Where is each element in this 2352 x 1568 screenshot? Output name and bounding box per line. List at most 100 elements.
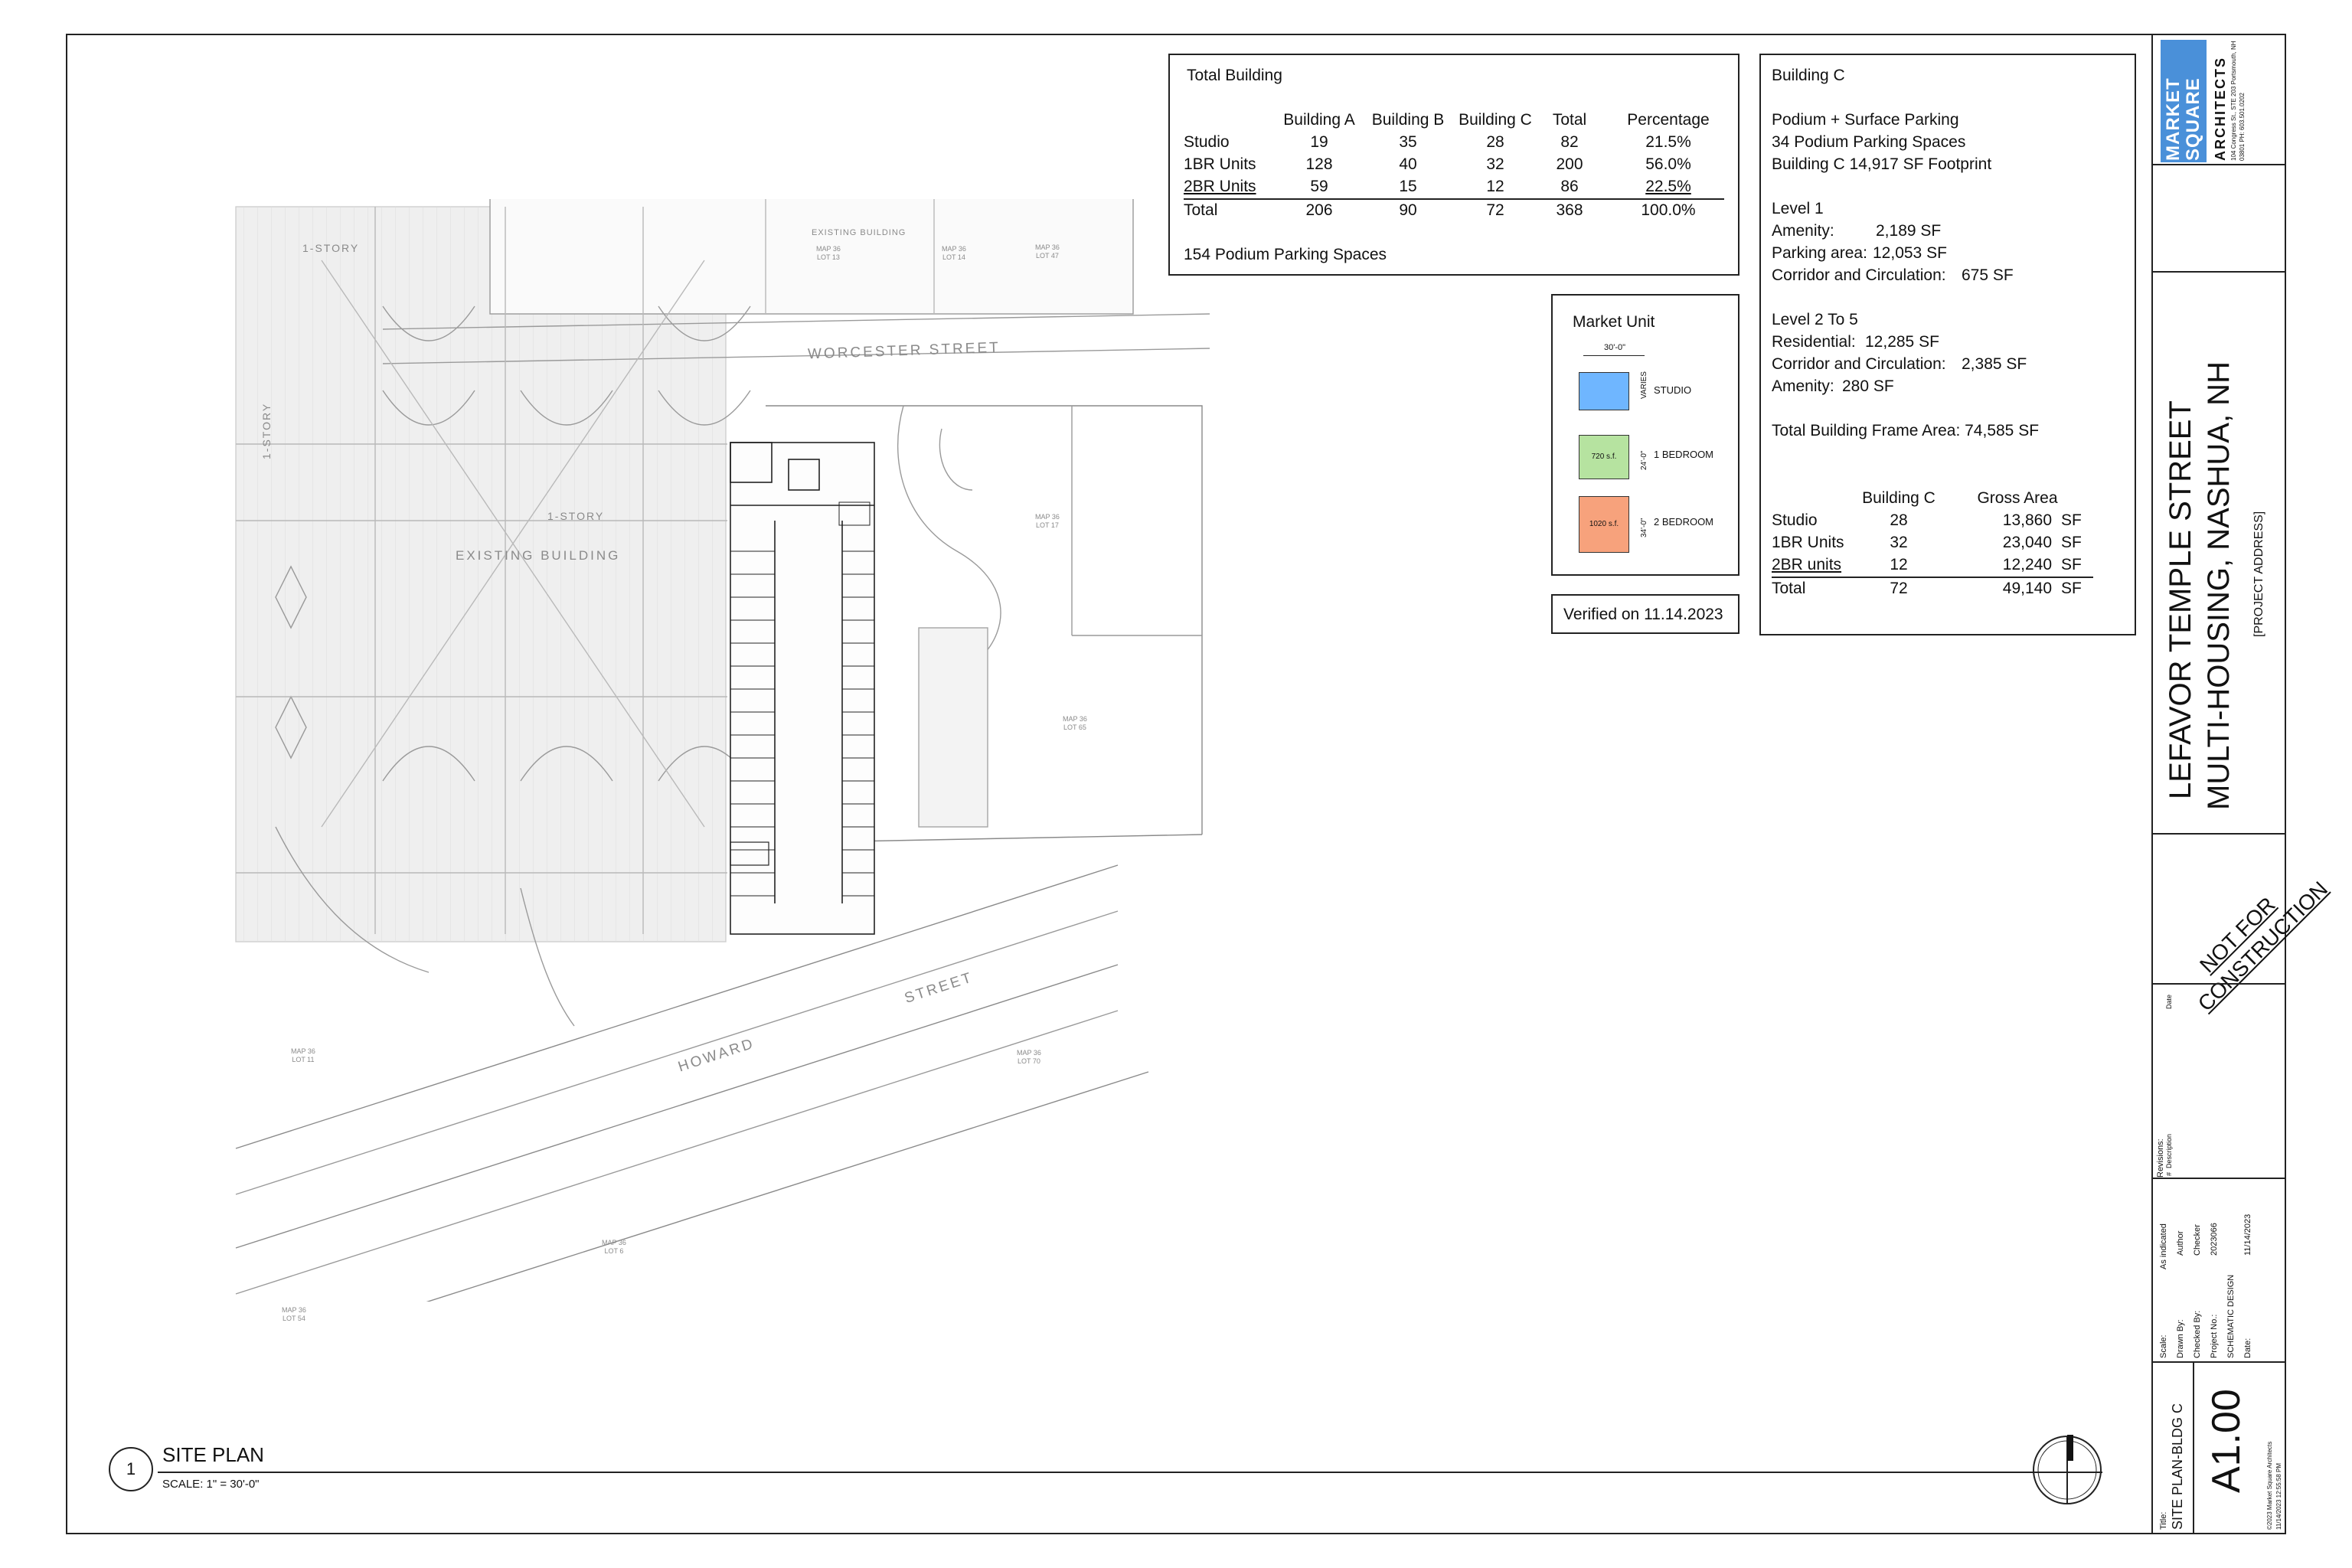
project-title-line-2: MULTI-HOUSING, NASHUA, NH [2202,361,2236,810]
field-project-no-label: Project No.: [2210,1314,2219,1358]
level-2-title: Level 2 To 5 [1772,311,1858,328]
col-header-gross-area: Gross Area [1977,489,2058,507]
two-bedroom-label: 2 BEDROOM [1654,516,1714,528]
sheet-title-label: Title: [2159,1511,2168,1530]
map-label: MAP 36 LOT 6 [602,1239,626,1255]
cell: 100.0% [1641,201,1696,219]
title-block-divider [2153,271,2286,273]
cell: 200 [1556,155,1583,173]
not-for-construction-stamp: NOT FOR CONSTRUCTION [2193,877,2333,1016]
level-2-value: 280 SF [1842,377,1894,395]
field-drawn-by-value: Author [2176,1230,2185,1256]
one-bedroom-dim: 24'-0" [1640,450,1648,470]
col-header-percentage: Percentage [1627,111,1710,129]
one-story-label: 1-STORY [302,242,360,254]
cell: 82 [1560,133,1579,151]
verified-text: Verified on 11.14.2023 [1563,606,1723,623]
cell: 86 [1560,178,1579,195]
level-2-value: 2,385 SF [1962,355,2027,373]
revisions-description: Description [2165,1133,2173,1168]
cell: 72 [1890,580,1908,597]
title-block-divider [2153,1178,2286,1179]
studio-swatch [1579,372,1629,410]
col-header-building-c: Building C [1862,489,1936,507]
map-label: MAP 36 LOT 17 [1035,513,1060,529]
revisions-label: Revisions: [2156,1138,2165,1178]
market-unit-title: Market Unit [1573,313,1655,331]
row-label: Studio [1184,133,1230,151]
level-2-label: Corridor and Circulation: [1772,355,1946,373]
revisions-date: Date [2165,994,2173,1009]
north-arrow-icon [2033,1435,2102,1504]
studio-dim: VARIES [1640,371,1648,399]
sheet-number: A1.00 [2204,1389,2249,1493]
copyright: ©2023 Market Square Architects [2266,1441,2273,1530]
map-label: MAP 36 LOT 70 [1017,1049,1041,1065]
map-label: MAP 36 LOT 11 [291,1047,315,1063]
total-divider [1772,577,2093,578]
map-label: MAP 36 LOT 14 [942,245,966,261]
parking-note: 154 Podium Parking Spaces [1184,246,1387,263]
unit-width-line [1583,355,1645,356]
verified-box: Verified on 11.14.2023 [1551,594,1740,634]
drawing-scale: SCALE: 1" = 30'-0" [162,1478,260,1491]
cell: 56.0% [1645,155,1691,173]
title-block-divider [2153,164,2286,165]
field-drawn-by-label: Drawn By: [2176,1319,2185,1358]
level-2-label: Amenity: [1772,377,1834,395]
total-divider [1184,198,1724,200]
market-unit-legend: Market Unit 30'-0" VARIES STUDIO 720 s.f… [1551,294,1740,576]
logo-line: SQUA [2183,104,2203,161]
unit-width-dim: 30'-0" [1603,343,1626,352]
two-bedroom-size: 1020 s.f. [1589,520,1619,528]
existing-building-label: EXISTING BUILDING [456,548,621,563]
map-label: MAP 36 LOT 54 [282,1306,306,1322]
level-1-value: 12,053 SF [1873,244,1947,262]
logo-line: KET [2163,77,2184,117]
field-date-value: 11/14/2023 [2243,1214,2252,1256]
drawing-title: SITE PLAN [162,1443,264,1466]
title-block-divider [2153,1361,2286,1363]
title-block: MARKET SQUARE ARCHITECTS 104 Congress St… [2151,34,2332,1534]
total-building-table: Total Building Building A Building B Bui… [1168,54,1740,276]
field-checked-by-label: Checked By: [2193,1310,2202,1358]
print-stamp: 11/14/2023 12:55:58 PM [2275,1462,2282,1530]
level-1-label: Amenity: [1772,222,1834,240]
cell: 28 [1890,511,1908,529]
row-label: 1BR Units [1184,155,1256,173]
drawing-title-line [158,1472,2102,1473]
col-header-total: Total [1552,111,1587,129]
field-scale-label: Scale: [2159,1334,2168,1358]
two-bedroom-dim: 34'-0" [1640,518,1648,537]
one-bedroom-size: 720 s.f. [1591,452,1617,461]
building-c-title: Building C [1772,67,1845,84]
logo-line: RE [2183,77,2203,105]
logo-line: MAR [2163,116,2184,161]
cell: 12,240 [2002,556,2052,573]
sheet-title: SITE PLAN-BLDG C [2170,1403,2185,1530]
level-2-value: 12,285 SF [1865,333,1939,351]
level-1-value: 675 SF [1962,266,2014,284]
firm-address: 104 Congress St., STE 203 Portsmouth, NH… [2230,41,2246,161]
frame-area: Total Building Frame Area: 74,585 SF [1772,422,2040,439]
cell: 49,140 [2002,580,2052,597]
cell: 368 [1556,201,1583,219]
building-c-panel: Building C Podium + Surface Parking 34 P… [1759,54,2136,635]
row-label: Total [1772,580,1806,597]
cell: 12 [1890,556,1908,573]
row-label: 1BR Units [1772,534,1844,551]
firm-name: ARCHITECTS [2213,57,2228,161]
field-scale-value: As indicated [2159,1223,2168,1269]
title-block-divider [2153,983,2286,985]
cell: SF [2061,580,2082,597]
one-bedroom-label: 1 BEDROOM [1654,449,1714,460]
row-label: Total [1184,201,1218,219]
cell: 32 [1890,534,1908,551]
total-building-title: Total Building [1187,67,1282,84]
cell: SF [2061,556,2082,573]
level-1-value: 2,189 SF [1876,222,1942,240]
revisions-hash: # [2165,1171,2173,1176]
cell: SF [2061,534,2082,551]
drawing-number-circle: 1 [109,1447,153,1491]
building-c-line: 34 Podium Parking Spaces [1772,133,1966,151]
